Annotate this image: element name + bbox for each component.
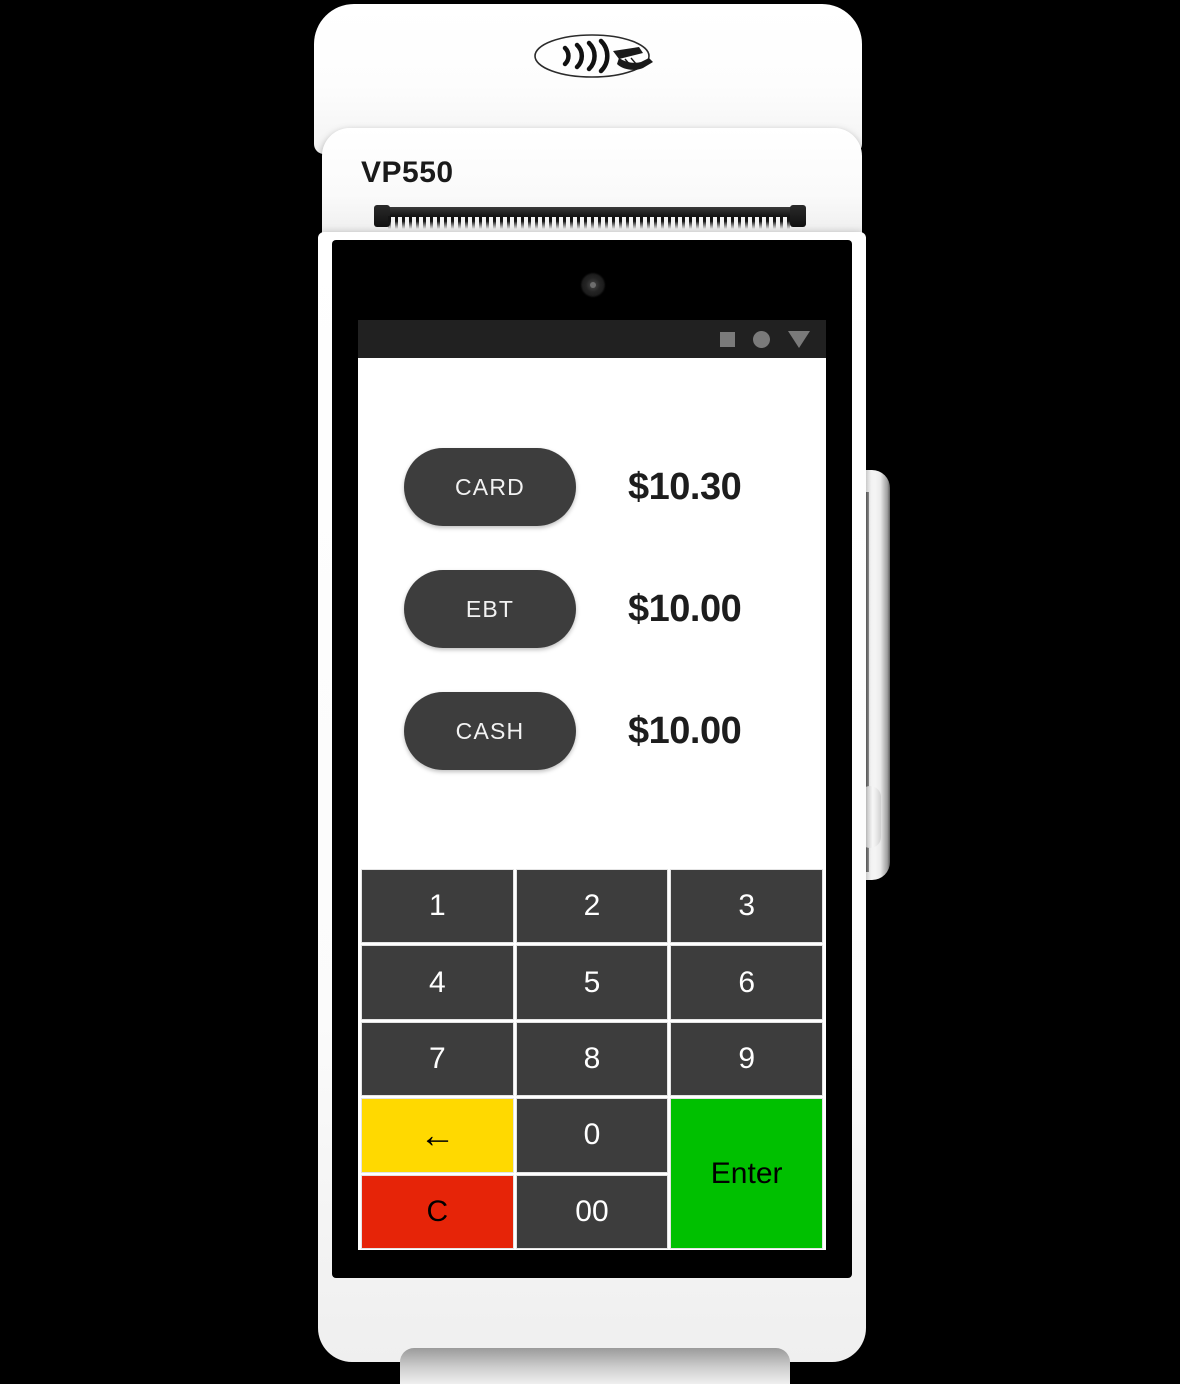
- ebt-amount: $10.00: [628, 587, 742, 630]
- android-navigation-bar: [358, 320, 826, 358]
- numeric-keypad: 1 2 3 4 5 6 7 8 9 ← 0 Enter C 00: [361, 868, 823, 1250]
- key-8[interactable]: 8: [515, 1021, 669, 1097]
- receipt-tear-bar: [374, 205, 806, 233]
- card-amount: $10.30: [628, 465, 742, 508]
- cash-amount: $10.00: [628, 709, 742, 752]
- card-payment-button[interactable]: CARD: [404, 448, 576, 526]
- recent-apps-square-icon[interactable]: [720, 331, 735, 347]
- key-2[interactable]: 2: [515, 868, 669, 944]
- cash-payment-button[interactable]: CASH: [404, 692, 576, 770]
- payment-options-panel: CARD $10.30 EBT $10.00 CASH $10.00: [358, 358, 826, 866]
- key-3[interactable]: 3: [670, 868, 823, 944]
- front-camera-icon: [582, 274, 604, 296]
- key-0[interactable]: 0: [515, 1098, 669, 1173]
- key-1[interactable]: 1: [361, 868, 514, 944]
- key-9[interactable]: 9: [670, 1021, 823, 1097]
- home-circle-icon[interactable]: [753, 330, 770, 348]
- terminal-screen: CARD $10.30 EBT $10.00 CASH $10.00 1 2 3…: [358, 320, 826, 1250]
- payment-row-cash: CASH $10.00: [358, 670, 826, 792]
- key-5[interactable]: 5: [515, 945, 669, 1020]
- back-triangle-icon[interactable]: [788, 330, 810, 348]
- contactless-payment-icon: [527, 28, 657, 84]
- enter-key[interactable]: Enter: [670, 1098, 823, 1249]
- terminal-scene: VP550 CARD $10.30 EBT $10.00 CASH $10.00…: [0, 0, 1180, 1384]
- device-bottom-chin: [400, 1348, 790, 1384]
- device-model-label: VP550: [361, 156, 454, 189]
- payment-row-card: CARD $10.30: [358, 426, 826, 548]
- key-6[interactable]: 6: [670, 945, 823, 1020]
- clear-key[interactable]: C: [361, 1174, 514, 1250]
- backspace-key[interactable]: ←: [361, 1098, 514, 1173]
- key-00[interactable]: 00: [515, 1174, 669, 1250]
- key-4[interactable]: 4: [361, 945, 514, 1020]
- key-7[interactable]: 7: [361, 1021, 514, 1097]
- payment-row-ebt: EBT $10.00: [358, 548, 826, 670]
- ebt-payment-button[interactable]: EBT: [404, 570, 576, 648]
